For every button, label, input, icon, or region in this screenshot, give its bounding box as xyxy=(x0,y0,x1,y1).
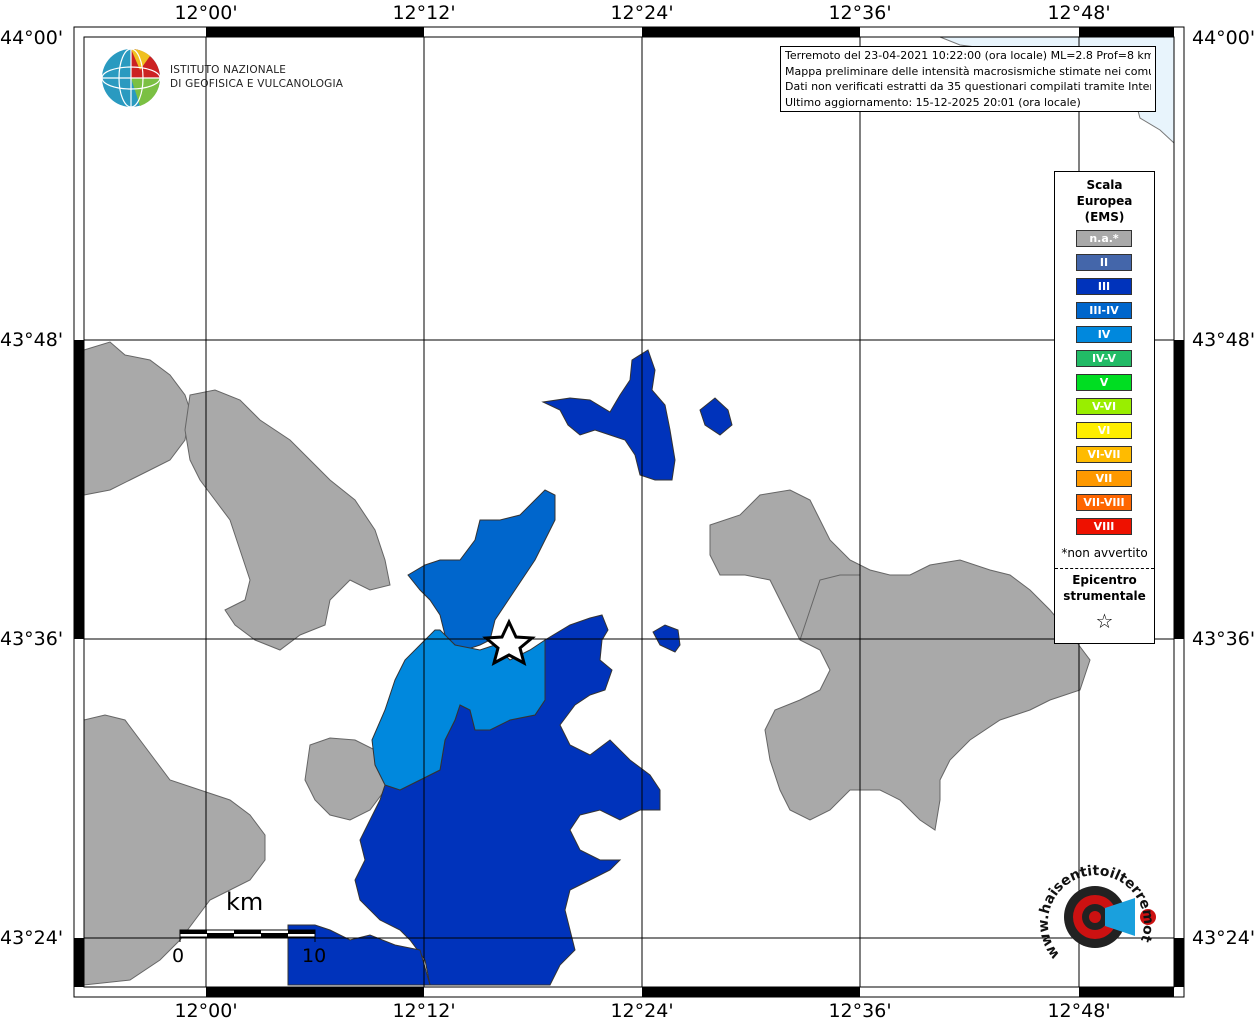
bottom-lon-label: 12°48' xyxy=(1047,1000,1111,1022)
legend-swatch: V-VI xyxy=(1076,398,1132,415)
info-line-1: Terremoto del 23-04-2021 10:22:00 (ora l… xyxy=(785,49,1151,62)
ems-legend: Scala Europea (EMS) n.a.* II III III-IV IV IV… xyxy=(1054,171,1155,644)
legend-note: *non avvertito xyxy=(1061,546,1148,560)
left-lat-label: 43°24' xyxy=(0,927,64,949)
bottom-lon-label: 12°24' xyxy=(610,1000,674,1022)
scale-ten-label: 10 xyxy=(302,945,327,967)
logo-line-1: ISTITUTO NAZIONALE xyxy=(170,64,287,76)
earthquake-info-box: Terremoto del 23-04-2021 10:22:00 (ora l… xyxy=(780,46,1156,112)
left-lat-label: 43°48' xyxy=(0,329,64,351)
legend-swatch: VII xyxy=(1076,470,1132,487)
info-line-2: Mappa preliminare delle intensità macros… xyxy=(785,64,1151,78)
legend-separator xyxy=(1055,568,1154,569)
legend-swatch: IV xyxy=(1076,326,1132,343)
legend-epicenter-label: Epicentro strumentale xyxy=(1055,572,1154,604)
ingv-logo-icon xyxy=(101,48,161,108)
bottom-lon-label: 12°00' xyxy=(174,1000,238,1022)
legend-title-2: Europea xyxy=(1076,194,1133,208)
info-line-4: Ultimo aggiornamento: 15-12-2025 20:01 (… xyxy=(785,95,1081,109)
legend-title-1: Scala xyxy=(1086,178,1123,192)
right-lat-label: 43°24' xyxy=(1192,927,1256,949)
scale-zero-label: 0 xyxy=(172,945,185,967)
comune-intensity-iii-iv xyxy=(407,489,556,651)
top-lon-label: 12°36' xyxy=(828,2,892,24)
left-lat-label: 44°00' xyxy=(0,27,64,49)
ingv-logo-text: ISTITUTO NAZIONALE DI GEOFISICA E VULCAN… xyxy=(170,63,343,91)
legend-swatch: VI xyxy=(1076,422,1132,439)
top-lon-label: 12°48' xyxy=(1047,2,1111,24)
right-lat-label: 44°00' xyxy=(1192,27,1256,49)
right-lat-label: 43°36' xyxy=(1192,628,1256,650)
top-lon-label: 12°24' xyxy=(610,2,674,24)
top-lon-label: 12°12' xyxy=(392,2,456,24)
epicenter-label-1: Epicentro xyxy=(1072,573,1137,587)
legend-swatch: III-IV xyxy=(1076,302,1132,319)
top-lon-label: 12°00' xyxy=(174,2,238,24)
left-lat-label: 43°36' xyxy=(0,628,64,650)
legend-star-icon: ☆ xyxy=(1095,609,1114,633)
legend-swatch: IV-V xyxy=(1076,350,1132,367)
haisentito-stamp xyxy=(1064,886,1156,948)
bottom-lon-label: 12°12' xyxy=(392,1000,456,1022)
bottom-lon-label: 12°36' xyxy=(828,1000,892,1022)
legend-swatch: VIII xyxy=(1076,518,1132,535)
legend-title-3: (EMS) xyxy=(1084,210,1125,224)
logo-line-2: DI GEOFISICA E VULCANOLOGIA xyxy=(170,78,344,90)
info-line-3: Dati non verificati estratti da 35 quest… xyxy=(785,80,1151,93)
legend-swatch: VI-VII xyxy=(1076,446,1132,463)
legend-swatch: II xyxy=(1076,254,1132,271)
right-lat-label: 43°48' xyxy=(1192,329,1256,351)
legend-swatch: V xyxy=(1076,374,1132,391)
legend-swatch: VII-VIII xyxy=(1076,494,1132,511)
scale-unit-label: km xyxy=(226,888,264,916)
legend-swatch: III xyxy=(1076,278,1132,295)
epicenter-label-2: strumentale xyxy=(1063,589,1146,603)
legend-title: Scala Europea (EMS) xyxy=(1055,177,1154,225)
legend-swatch: n.a.* xyxy=(1076,230,1132,247)
